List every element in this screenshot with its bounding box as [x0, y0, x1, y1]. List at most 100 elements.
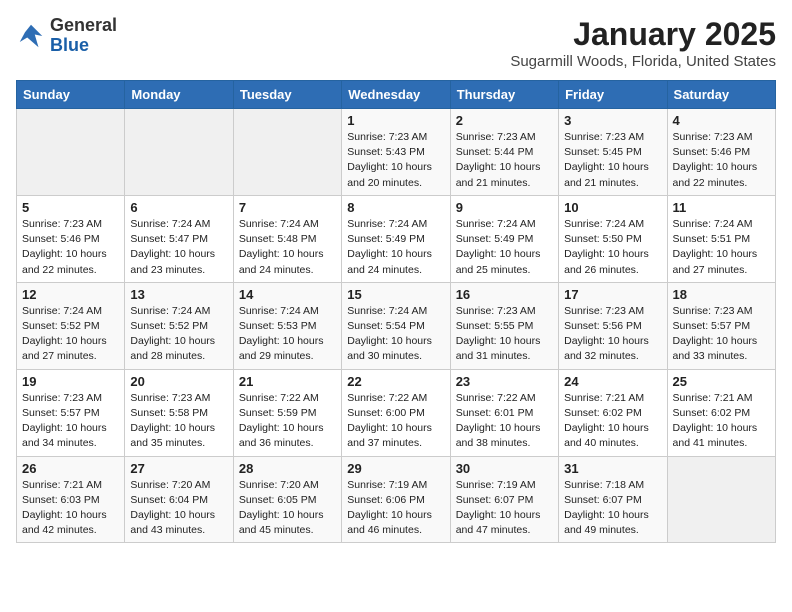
calendar-cell [17, 109, 125, 196]
calendar-week-row: 5 Sunrise: 7:23 AM Sunset: 5:46 PM Daylig… [17, 195, 776, 282]
day-info: Sunrise: 7:21 AM Sunset: 6:02 PM Dayligh… [564, 391, 661, 452]
day-info: Sunrise: 7:23 AM Sunset: 5:45 PM Dayligh… [564, 130, 661, 191]
day-number: 19 [22, 374, 119, 389]
calendar-cell: 4 Sunrise: 7:23 AM Sunset: 5:46 PM Daylig… [667, 109, 775, 196]
day-info: Sunrise: 7:24 AM Sunset: 5:48 PM Dayligh… [239, 217, 336, 278]
calendar-cell: 2 Sunrise: 7:23 AM Sunset: 5:44 PM Daylig… [450, 109, 558, 196]
day-number: 28 [239, 461, 336, 476]
calendar-cell: 25 Sunrise: 7:21 AM Sunset: 6:02 PM Dayli… [667, 369, 775, 456]
calendar-cell: 8 Sunrise: 7:24 AM Sunset: 5:49 PM Daylig… [342, 195, 450, 282]
calendar-cell: 11 Sunrise: 7:24 AM Sunset: 5:51 PM Dayli… [667, 195, 775, 282]
day-header-saturday: Saturday [667, 81, 775, 109]
day-info: Sunrise: 7:18 AM Sunset: 6:07 PM Dayligh… [564, 478, 661, 539]
calendar-cell: 16 Sunrise: 7:23 AM Sunset: 5:55 PM Dayli… [450, 282, 558, 369]
calendar-cell: 20 Sunrise: 7:23 AM Sunset: 5:58 PM Dayli… [125, 369, 233, 456]
day-number: 14 [239, 287, 336, 302]
calendar-cell: 21 Sunrise: 7:22 AM Sunset: 5:59 PM Dayli… [233, 369, 341, 456]
day-number: 11 [673, 200, 770, 215]
calendar-cell: 23 Sunrise: 7:22 AM Sunset: 6:01 PM Dayli… [450, 369, 558, 456]
day-number: 18 [673, 287, 770, 302]
calendar-cell: 30 Sunrise: 7:19 AM Sunset: 6:07 PM Dayli… [450, 456, 558, 543]
day-number: 26 [22, 461, 119, 476]
logo-bird-icon [16, 21, 46, 51]
page-header: General Blue January 2025 Sugarmill Wood… [16, 16, 776, 70]
calendar-cell: 28 Sunrise: 7:20 AM Sunset: 6:05 PM Dayli… [233, 456, 341, 543]
calendar-cell: 17Sunrise: 7:23 AM Sunset: 5:56 PM Dayli… [559, 282, 667, 369]
day-number: 30 [456, 461, 553, 476]
day-info: Sunrise: 7:24 AM Sunset: 5:51 PM Dayligh… [673, 217, 770, 278]
day-info: Sunrise: 7:21 AM Sunset: 6:03 PM Dayligh… [22, 478, 119, 539]
logo-text: General Blue [50, 16, 117, 56]
day-number: 15 [347, 287, 444, 302]
day-number: 21 [239, 374, 336, 389]
day-info: Sunrise: 7:24 AM Sunset: 5:52 PM Dayligh… [130, 304, 227, 365]
day-info: Sunrise: 7:20 AM Sunset: 6:04 PM Dayligh… [130, 478, 227, 539]
calendar-cell: 27 Sunrise: 7:20 AM Sunset: 6:04 PM Dayli… [125, 456, 233, 543]
calendar-week-row: 1 Sunrise: 7:23 AM Sunset: 5:43 PM Daylig… [17, 109, 776, 196]
day-number: 12 [22, 287, 119, 302]
calendar-week-row: 26 Sunrise: 7:21 AM Sunset: 6:03 PM Dayli… [17, 456, 776, 543]
calendar-cell: 1 Sunrise: 7:23 AM Sunset: 5:43 PM Daylig… [342, 109, 450, 196]
day-info: Sunrise: 7:23 AM Sunset: 5:46 PM Dayligh… [673, 130, 770, 191]
calendar-cell: 5 Sunrise: 7:23 AM Sunset: 5:46 PM Daylig… [17, 195, 125, 282]
day-header-wednesday: Wednesday [342, 81, 450, 109]
day-info: Sunrise: 7:22 AM Sunset: 6:01 PM Dayligh… [456, 391, 553, 452]
calendar-cell: 24Sunrise: 7:21 AM Sunset: 6:02 PM Dayli… [559, 369, 667, 456]
calendar-cell: 18 Sunrise: 7:23 AM Sunset: 5:57 PM Dayli… [667, 282, 775, 369]
calendar-cell: 10Sunrise: 7:24 AM Sunset: 5:50 PM Dayli… [559, 195, 667, 282]
day-info: Sunrise: 7:22 AM Sunset: 6:00 PM Dayligh… [347, 391, 444, 452]
day-number: 20 [130, 374, 227, 389]
day-info: Sunrise: 7:19 AM Sunset: 6:06 PM Dayligh… [347, 478, 444, 539]
logo: General Blue [16, 16, 117, 56]
calendar-cell: 15Sunrise: 7:24 AM Sunset: 5:54 PM Dayli… [342, 282, 450, 369]
day-number: 25 [673, 374, 770, 389]
day-header-sunday: Sunday [17, 81, 125, 109]
day-info: Sunrise: 7:23 AM Sunset: 5:58 PM Dayligh… [130, 391, 227, 452]
day-info: Sunrise: 7:23 AM Sunset: 5:43 PM Dayligh… [347, 130, 444, 191]
day-number: 2 [456, 113, 553, 128]
calendar-cell: 29 Sunrise: 7:19 AM Sunset: 6:06 PM Dayli… [342, 456, 450, 543]
day-header-friday: Friday [559, 81, 667, 109]
day-number: 16 [456, 287, 553, 302]
day-info: Sunrise: 7:23 AM Sunset: 5:56 PM Dayligh… [564, 304, 661, 365]
calendar-cell: 14 Sunrise: 7:24 AM Sunset: 5:53 PM Dayli… [233, 282, 341, 369]
day-info: Sunrise: 7:23 AM Sunset: 5:57 PM Dayligh… [673, 304, 770, 365]
calendar-cell: 22Sunrise: 7:22 AM Sunset: 6:00 PM Dayli… [342, 369, 450, 456]
day-info: Sunrise: 7:23 AM Sunset: 5:46 PM Dayligh… [22, 217, 119, 278]
day-number: 1 [347, 113, 444, 128]
logo-general-text: General [50, 15, 117, 35]
day-number: 4 [673, 113, 770, 128]
day-info: Sunrise: 7:23 AM Sunset: 5:44 PM Dayligh… [456, 130, 553, 191]
calendar-cell: 12 Sunrise: 7:24 AM Sunset: 5:52 PM Dayli… [17, 282, 125, 369]
day-number: 10 [564, 200, 661, 215]
day-number: 9 [456, 200, 553, 215]
day-number: 5 [22, 200, 119, 215]
day-number: 23 [456, 374, 553, 389]
calendar-cell: 7 Sunrise: 7:24 AM Sunset: 5:48 PM Daylig… [233, 195, 341, 282]
calendar-table: SundayMondayTuesdayWednesdayThursdayFrid… [16, 80, 776, 543]
day-info: Sunrise: 7:24 AM Sunset: 5:52 PM Dayligh… [22, 304, 119, 365]
day-info: Sunrise: 7:24 AM Sunset: 5:49 PM Dayligh… [347, 217, 444, 278]
day-info: Sunrise: 7:22 AM Sunset: 5:59 PM Dayligh… [239, 391, 336, 452]
calendar-cell: 6Sunrise: 7:24 AM Sunset: 5:47 PM Daylig… [125, 195, 233, 282]
day-info: Sunrise: 7:24 AM Sunset: 5:49 PM Dayligh… [456, 217, 553, 278]
day-info: Sunrise: 7:21 AM Sunset: 6:02 PM Dayligh… [673, 391, 770, 452]
day-number: 27 [130, 461, 227, 476]
calendar-header-row: SundayMondayTuesdayWednesdayThursdayFrid… [17, 81, 776, 109]
day-info: Sunrise: 7:20 AM Sunset: 6:05 PM Dayligh… [239, 478, 336, 539]
day-info: Sunrise: 7:24 AM Sunset: 5:53 PM Dayligh… [239, 304, 336, 365]
month-title: January 2025 [510, 16, 776, 53]
calendar-week-row: 12 Sunrise: 7:24 AM Sunset: 5:52 PM Dayli… [17, 282, 776, 369]
calendar-cell [667, 456, 775, 543]
day-number: 29 [347, 461, 444, 476]
day-number: 13 [130, 287, 227, 302]
day-info: Sunrise: 7:23 AM Sunset: 5:55 PM Dayligh… [456, 304, 553, 365]
day-info: Sunrise: 7:19 AM Sunset: 6:07 PM Dayligh… [456, 478, 553, 539]
day-number: 7 [239, 200, 336, 215]
location-title: Sugarmill Woods, Florida, United States [510, 53, 776, 70]
day-number: 8 [347, 200, 444, 215]
day-header-tuesday: Tuesday [233, 81, 341, 109]
calendar-cell [233, 109, 341, 196]
calendar-cell: 3 Sunrise: 7:23 AM Sunset: 5:45 PM Daylig… [559, 109, 667, 196]
day-number: 3 [564, 113, 661, 128]
